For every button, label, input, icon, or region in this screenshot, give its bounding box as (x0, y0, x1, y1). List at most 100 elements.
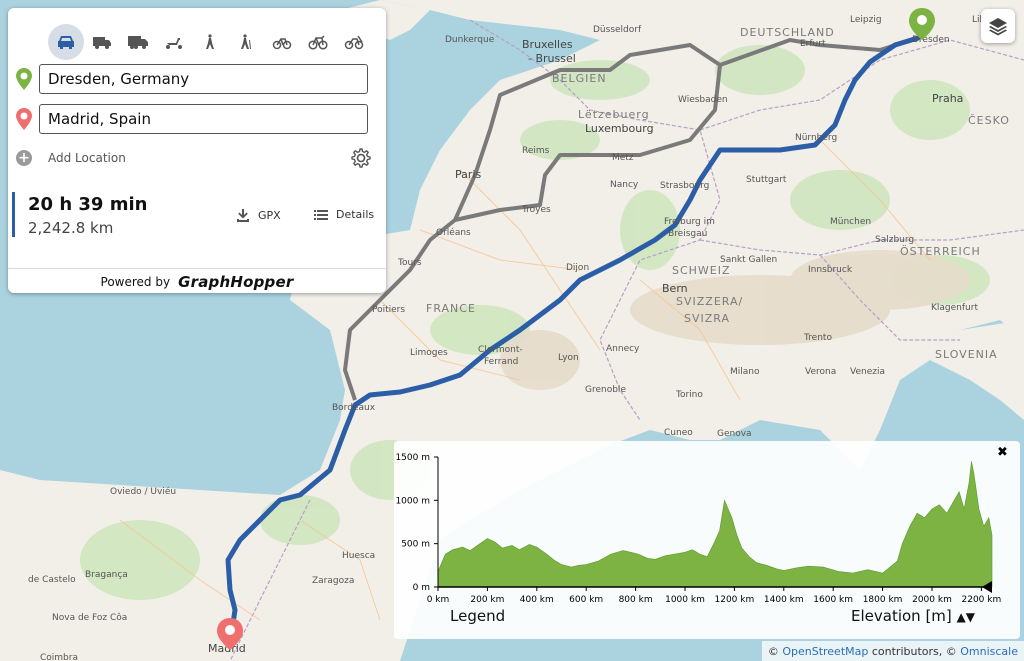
layers-icon (989, 18, 1007, 36)
label-tours: Tours (397, 258, 422, 268)
label-milano: Milano (730, 367, 760, 377)
transport-modes (48, 22, 372, 62)
osm-link[interactable]: OpenStreetMap (782, 645, 868, 658)
label-dunkerque: Dunkerque (445, 35, 495, 45)
label-stuttgart: Stuttgart (746, 175, 787, 185)
label-innsbruck: Innsbruck (808, 265, 853, 275)
label-huesca: Huesca (342, 551, 375, 561)
route-distance: 2,242.8 km (28, 219, 114, 237)
label-braganca: Bragança (85, 570, 128, 580)
end-marker-icon (16, 108, 32, 130)
label-slovenia: SLOVENIA (935, 348, 998, 361)
label-genova: Genova (717, 429, 752, 439)
label-schweiz: SCHWEIZ (672, 264, 731, 277)
x-tick-label: 2200 km (962, 595, 1002, 605)
hike-icon[interactable] (228, 24, 264, 60)
label-deancastelo: de Castelo (28, 575, 76, 585)
elevation-label-text: Elevation [m] (851, 607, 952, 625)
plus-icon: + (16, 150, 32, 166)
label-nurnberg: Nürnberg (795, 133, 837, 143)
label-svizra: SVIZRA (684, 312, 730, 325)
label-dijon: Dijon (566, 263, 589, 273)
car-icon[interactable] (48, 24, 84, 60)
label-dresden: Dresden (912, 35, 950, 45)
layers-button[interactable] (981, 9, 1015, 43)
powered-by-footer[interactable]: Powered by GraphHopper (8, 268, 386, 294)
label-coimbra: Coimbra (40, 653, 78, 661)
label-annecy: Annecy (606, 344, 640, 354)
label-oviedo: Oviedo / Uviéu (110, 486, 176, 497)
y-tick-label: 0 m (413, 583, 430, 593)
truck-icon[interactable] (120, 24, 156, 60)
list-icon (314, 209, 328, 220)
label-nancy: Nancy (610, 180, 639, 190)
x-tick-label: 600 km (569, 595, 603, 605)
x-tick-label: 200 km (470, 595, 504, 605)
label-clermont: Clermont- (478, 345, 523, 355)
label-praha: Praha (932, 92, 963, 105)
x-tick-label: 400 km (520, 595, 554, 605)
label-osterreich: ÖSTERREICH (900, 245, 981, 258)
label-lyon: Lyon (558, 353, 579, 363)
mtb-icon[interactable] (336, 24, 372, 60)
add-location-button[interactable]: + Add Location (16, 150, 126, 166)
origin-input[interactable]: Dresden, Germany (39, 64, 368, 94)
y-tick-label: 500 m (401, 540, 430, 550)
label-reims: Reims (522, 146, 550, 156)
scooter-icon[interactable] (156, 24, 192, 60)
label-bordeaux: Bordeaux (332, 403, 376, 413)
details-label: Details (336, 208, 375, 221)
x-tick-label: 1400 km (764, 595, 804, 605)
label-limoges: Limoges (410, 348, 448, 358)
label-strasbourg: Strasbourg (660, 181, 709, 191)
omniscale-link[interactable]: Omniscale (960, 645, 1018, 658)
label-bruxelles: Bruxelles (522, 38, 573, 51)
x-tick-label: 1200 km (715, 595, 755, 605)
y-tick-label: 1000 m (395, 496, 430, 506)
gpx-label: GPX (258, 208, 281, 222)
label-orleans: Orléans (436, 227, 471, 238)
label-venezia: Venezia (850, 367, 885, 377)
elevation-area (437, 461, 993, 588)
elevation-chart[interactable]: 1500 m 1000 m 500 m 0 m 0 km 200 km 400 km 600 … (394, 441, 1020, 611)
label-bern: Bern (662, 282, 688, 295)
gpx-download-button[interactable]: GPX (236, 208, 281, 222)
x-tick-label: 800 km (619, 595, 653, 605)
label-luxembourg: Luxembourg (585, 122, 654, 135)
label-ferrand: Ferrand (484, 357, 518, 367)
label-trento: Trento (803, 333, 832, 343)
sort-arrows-icon[interactable]: ▲▼ (957, 610, 975, 624)
add-location-label: Add Location (48, 151, 126, 165)
elevation-axis-label[interactable]: Elevation [m] ▲▼ (851, 607, 975, 625)
racing-bike-icon[interactable] (300, 24, 336, 60)
label-cuneo: Cuneo (664, 428, 693, 438)
label-letzebuerg: Lëtzebuerg (578, 108, 650, 121)
bike-icon[interactable] (264, 24, 300, 60)
small-truck-icon[interactable] (84, 24, 120, 60)
foot-icon[interactable] (192, 24, 228, 60)
label-freiburg: Freiburg im (664, 217, 715, 227)
route-selected-bar (12, 192, 15, 237)
powered-by-text: Powered by (100, 274, 171, 289)
graphhopper-logo: GraphHopper (178, 272, 294, 291)
label-brussel: - Brussel (528, 52, 576, 65)
map-attribution: © OpenStreetMap contributors, © Omniscal… (761, 641, 1024, 661)
label-torino: Torino (675, 390, 703, 400)
destination-input[interactable]: Madrid, Spain (39, 104, 368, 134)
details-button[interactable]: Details (314, 208, 374, 221)
label-erfurt: Erfurt (800, 39, 826, 49)
label-poitiers: Poitiers (372, 305, 405, 315)
label-france: FRANCE (426, 302, 476, 315)
label-wiesbaden: Wiesbaden (678, 95, 728, 105)
label-paris: Paris (455, 168, 481, 181)
elevation-legend-button[interactable]: Legend (450, 607, 505, 625)
label-verona: Verona (805, 367, 836, 377)
label-grenoble: Grenoble (585, 385, 626, 395)
label-leipzig: Leipzig (850, 15, 882, 25)
label-cesko: ČESKO (968, 114, 1010, 127)
gear-icon[interactable] (351, 148, 371, 168)
start-marker-icon (16, 68, 32, 90)
label-troyes: Troyes (521, 205, 551, 215)
label-deutschland: DEUTSCHLAND (740, 26, 835, 39)
label-munchen: München (830, 217, 871, 227)
